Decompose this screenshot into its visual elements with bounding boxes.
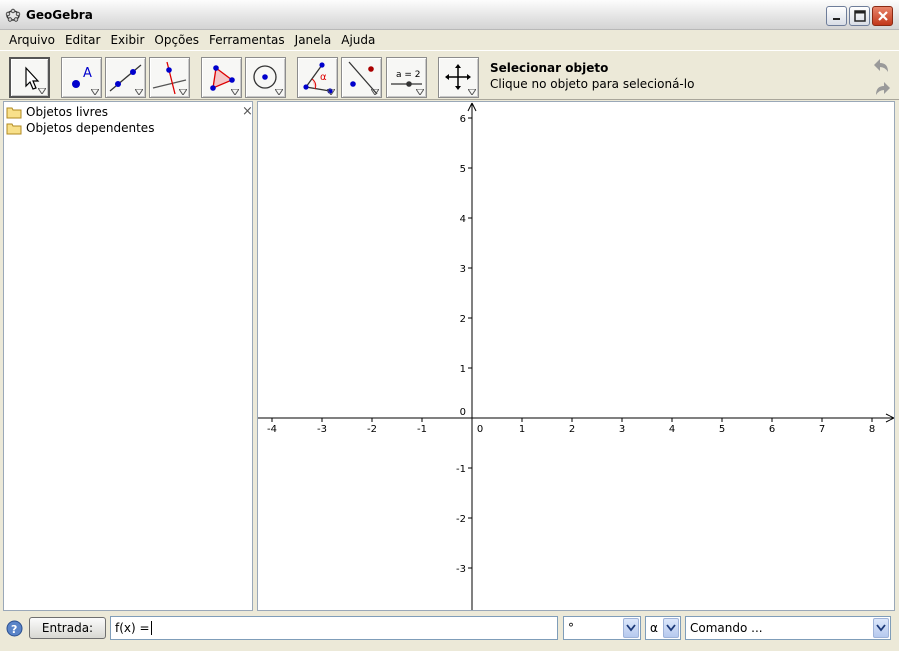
input-field[interactable]: f(x) = bbox=[110, 616, 558, 640]
tree-item-label: Objetos dependentes bbox=[26, 121, 155, 135]
toolbar: A α a = 2 Selecionar objeto Clique no ob… bbox=[0, 50, 899, 100]
y-tick-label: 2 bbox=[460, 314, 466, 325]
menu-opcoes[interactable]: Opções bbox=[149, 33, 204, 47]
circle-tool[interactable] bbox=[245, 57, 286, 98]
y-tick-label: 1 bbox=[460, 364, 466, 375]
x-tick-label: 4 bbox=[669, 424, 675, 435]
menu-bar: Arquivo Editar Exibir Opções Ferramentas… bbox=[0, 30, 899, 50]
graphics-view[interactable]: -4 -3 -2 -1 1 2 3 4 5 6 7 8 -3 -2 -1 1 2 3 4 5 6 0 0 bbox=[257, 101, 895, 611]
close-button[interactable] bbox=[872, 6, 893, 26]
x-tick-label: 6 bbox=[769, 424, 775, 435]
chevron-down-icon bbox=[327, 89, 335, 95]
x-tick-label: 8 bbox=[869, 424, 875, 435]
menu-ajuda[interactable]: Ajuda bbox=[336, 33, 380, 47]
slider-label: a = 2 bbox=[396, 70, 421, 80]
algebra-view: Objetos livres Objetos dependentes × bbox=[3, 101, 253, 611]
origin-label-y: 0 bbox=[460, 407, 466, 418]
tree-item-label: Objetos livres bbox=[26, 105, 108, 119]
command-dropdown-value: Comando ... bbox=[690, 621, 763, 635]
menu-ferramentas[interactable]: Ferramentas bbox=[204, 33, 290, 47]
x-tick-label: 7 bbox=[819, 424, 825, 435]
polygon-tool[interactable] bbox=[201, 57, 242, 98]
svg-text:α: α bbox=[320, 72, 327, 83]
x-tick-label: -2 bbox=[367, 424, 377, 435]
x-tick-label: -4 bbox=[267, 424, 277, 435]
chevron-down-icon bbox=[135, 89, 143, 95]
chevron-down-icon bbox=[416, 89, 424, 95]
x-tick-label: 2 bbox=[569, 424, 575, 435]
y-tick-label: -1 bbox=[456, 464, 466, 475]
symbol-dropdown-value: ° bbox=[568, 621, 574, 635]
move-tool[interactable] bbox=[9, 57, 50, 98]
minimize-icon bbox=[832, 18, 840, 20]
angle-tool[interactable]: α bbox=[297, 57, 338, 98]
close-icon bbox=[877, 11, 888, 21]
window-title: GeoGebra bbox=[26, 8, 93, 22]
x-tick-label: -3 bbox=[317, 424, 327, 435]
chevron-down-icon bbox=[873, 618, 889, 638]
maximize-icon bbox=[853, 10, 866, 22]
y-tick-label: 5 bbox=[460, 164, 466, 175]
perpendicular-tool[interactable] bbox=[149, 57, 190, 98]
folder-icon bbox=[6, 123, 22, 134]
title-bar: GeoGebra bbox=[0, 0, 899, 30]
x-tick-label: 5 bbox=[719, 424, 725, 435]
coordinate-axes: -4 -3 -2 -1 1 2 3 4 5 6 7 8 -3 -2 -1 1 2 3 4 5 6 00 bbox=[258, 102, 894, 610]
x-tick-label: 1 bbox=[519, 424, 525, 435]
chevron-down-icon bbox=[623, 618, 639, 638]
svg-text:A: A bbox=[83, 66, 92, 81]
status-strip bbox=[0, 645, 899, 651]
minimize-button[interactable] bbox=[826, 6, 847, 26]
input-bar: ? Entrada: f(x) = ° α Comando ... bbox=[0, 613, 899, 645]
maximize-button[interactable] bbox=[849, 6, 870, 26]
menu-exibir[interactable]: Exibir bbox=[105, 33, 149, 47]
tool-help: Selecionar objeto Clique no objeto para … bbox=[490, 61, 694, 91]
y-tick-label: -2 bbox=[456, 514, 466, 525]
menu-editar[interactable]: Editar bbox=[60, 33, 106, 47]
input-value: f(x) = bbox=[115, 621, 150, 635]
chevron-down-icon bbox=[468, 89, 476, 95]
symbol-dropdown[interactable]: ° bbox=[563, 616, 641, 640]
chevron-down-icon bbox=[663, 618, 679, 638]
y-tick-label: 6 bbox=[460, 114, 466, 125]
greek-dropdown-value: α bbox=[650, 621, 658, 635]
y-tick-label: -3 bbox=[456, 564, 466, 575]
chevron-down-icon bbox=[371, 89, 379, 95]
y-tick-label: 4 bbox=[460, 214, 466, 225]
geogebra-app-icon bbox=[5, 8, 21, 22]
help-icon[interactable]: ? bbox=[6, 620, 23, 637]
menu-janela[interactable]: Janela bbox=[290, 33, 337, 47]
command-dropdown[interactable]: Comando ... bbox=[685, 616, 891, 640]
reflect-tool[interactable] bbox=[341, 57, 382, 98]
chevron-down-icon bbox=[231, 89, 239, 95]
chevron-down-icon bbox=[179, 89, 187, 95]
menu-arquivo[interactable]: Arquivo bbox=[4, 33, 60, 47]
tree-item-dependent-objects[interactable]: Objetos dependentes bbox=[6, 120, 154, 136]
text-caret bbox=[150, 621, 152, 635]
tool-help-description: Clique no objeto para selecioná-lo bbox=[490, 77, 695, 91]
x-tick-label: 3 bbox=[619, 424, 625, 435]
redo-icon[interactable] bbox=[872, 79, 892, 99]
new-point-tool[interactable]: A bbox=[61, 57, 102, 98]
folder-icon bbox=[6, 107, 22, 118]
chevron-down-icon bbox=[91, 89, 99, 95]
close-panel-icon[interactable]: × bbox=[242, 104, 253, 119]
origin-label-x: 0 bbox=[477, 424, 483, 435]
undo-icon[interactable] bbox=[872, 56, 892, 76]
greek-dropdown[interactable]: α bbox=[645, 616, 681, 640]
chevron-down-icon bbox=[38, 88, 46, 94]
tool-help-title: Selecionar objeto bbox=[490, 61, 609, 75]
tree-item-free-objects[interactable]: Objetos livres bbox=[6, 104, 108, 120]
y-tick-label: 3 bbox=[460, 264, 466, 275]
move-view-tool[interactable] bbox=[438, 57, 479, 98]
slider-tool[interactable]: a = 2 bbox=[386, 57, 427, 98]
chevron-down-icon bbox=[275, 89, 283, 95]
svg-text:?: ? bbox=[11, 623, 17, 636]
input-label-button[interactable]: Entrada: bbox=[29, 617, 106, 639]
line-tool[interactable] bbox=[105, 57, 146, 98]
x-tick-label: -1 bbox=[417, 424, 427, 435]
